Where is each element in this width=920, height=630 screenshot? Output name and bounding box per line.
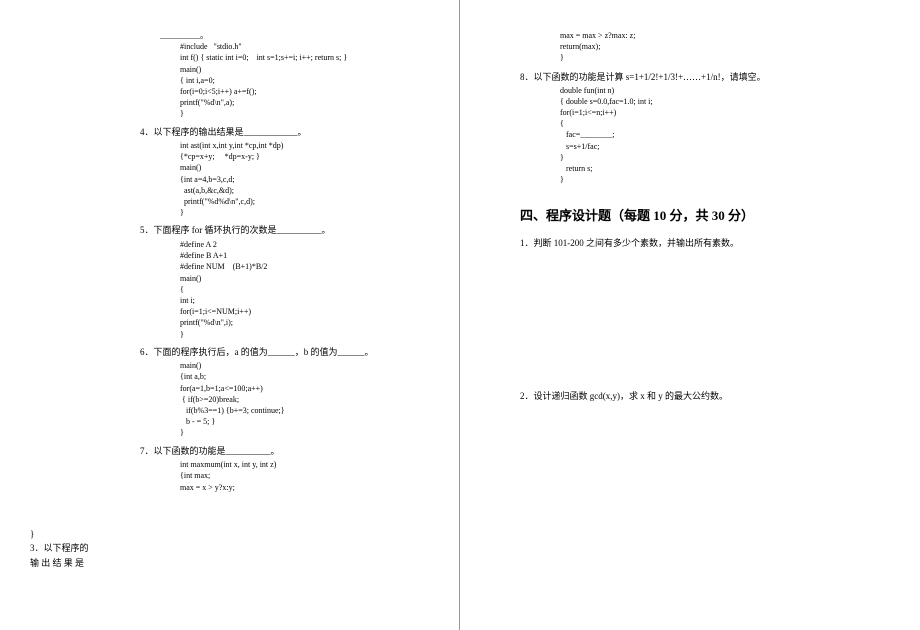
- code8-8: }: [520, 174, 880, 185]
- code6-0: main(): [140, 360, 439, 371]
- code6-4: if(b%3==1) {b+=3; continue;}: [140, 405, 439, 416]
- code3-3: { int i,a=0;: [140, 75, 439, 86]
- code4-0: int ast(int x,int y,int *cp,int *dp): [140, 140, 439, 151]
- code4-6: }: [140, 207, 439, 218]
- code7b-2: }: [520, 52, 880, 63]
- code8-3: {: [520, 118, 880, 129]
- right-column: max = max > z?max: z; return(max); } 8．以…: [460, 0, 920, 630]
- section4-title: 四、程序设计题（每题 10 分，共 30 分）: [520, 205, 880, 224]
- side-note-q3-line2: 输 出 结 果 是: [30, 556, 100, 570]
- code8-1: { double s=0.0,fac=1.0; int i;: [520, 96, 880, 107]
- side-note-q3-line1: 3．以下程序的: [30, 541, 100, 555]
- code6-1: {int a,b;: [140, 371, 439, 382]
- code7b-1: return(max);: [520, 41, 880, 52]
- code3-4: for(i=0;i<5;i++) a+=f();: [140, 86, 439, 97]
- side-note: } 3．以下程序的 输 出 结 果 是: [30, 527, 100, 570]
- code7-0: int maxmum(int x, int y, int z): [140, 459, 439, 470]
- code8-5: s=s+1/fac;: [520, 141, 880, 152]
- code5-6: for(i=1;i<=NUM;i++): [140, 306, 439, 317]
- code5-8: }: [140, 329, 439, 340]
- code5-4: {: [140, 284, 439, 295]
- code8-0: double fun(int n): [520, 85, 880, 96]
- code8-2: for(i=1;i<=n;i++): [520, 107, 880, 118]
- code8-4: fac=________;: [520, 129, 880, 140]
- q6-text: 6．下面的程序执行后，a 的值为______，b 的值为______。: [140, 346, 439, 359]
- code3-6: }: [140, 108, 439, 119]
- code6-2: for(a=1,b=1;a<=100;a++): [140, 383, 439, 394]
- code6-6: }: [140, 427, 439, 438]
- q4-text: 4．以下程序的输出结果是____________。: [140, 126, 439, 139]
- code5-7: printf("%d\n",i);: [140, 317, 439, 328]
- q5-text: 5．下面程序 for 循环执行的次数是__________。: [140, 224, 439, 237]
- code4-4: ast(a,b,&c,&d);: [140, 185, 439, 196]
- left-content: __________。 #include "stdio.h" int f() {…: [80, 30, 439, 493]
- q4-1: 1．判断 101-200 之间有多少个素数，并输出所有素数。: [520, 236, 880, 249]
- q8-text: 8．以下函数的功能是计算 s=1+1/2!+1/3!+……+1/n!，请填空。: [520, 70, 880, 83]
- code4-3: {int a=4,b=3,c,d;: [140, 174, 439, 185]
- code4-5: printf("%d%d\n",c,d);: [140, 196, 439, 207]
- code7b-0: max = max > z?max: z;: [520, 30, 880, 41]
- top-blank: __________。: [140, 30, 439, 41]
- code3-0: #include "stdio.h": [140, 41, 439, 52]
- side-note-brace: }: [30, 527, 100, 541]
- code5-0: #define A 2: [140, 239, 439, 250]
- code4-1: {*cp=x+y; *dp=x-y; }: [140, 151, 439, 162]
- code6-3: { if(b>=20)break;: [140, 394, 439, 405]
- code7-2: max = x > y?x:y;: [140, 482, 439, 493]
- code3-5: printf("%d\n",a);: [140, 97, 439, 108]
- code5-3: main(): [140, 273, 439, 284]
- code8-7: return s;: [520, 163, 880, 174]
- code5-1: #define B A+1: [140, 250, 439, 261]
- code5-2: #define NUM (B+1)*B/2: [140, 261, 439, 272]
- code8-6: }: [520, 152, 880, 163]
- code5-5: int i;: [140, 295, 439, 306]
- code3-1: int f() { static int i=0; int s=1;s+=i; …: [140, 52, 439, 63]
- code6-5: b - = 5; }: [140, 416, 439, 427]
- code7-1: {int max;: [140, 470, 439, 481]
- q4-2: 2．设计递归函数 gcd(x,y)，求 x 和 y 的最大公约数。: [520, 389, 880, 402]
- code3-2: main(): [140, 64, 439, 75]
- code4-2: main(): [140, 162, 439, 173]
- q7-text: 7．以下函数的功能是__________。: [140, 445, 439, 458]
- left-column: } 3．以下程序的 输 出 结 果 是 __________。 #include…: [0, 0, 460, 630]
